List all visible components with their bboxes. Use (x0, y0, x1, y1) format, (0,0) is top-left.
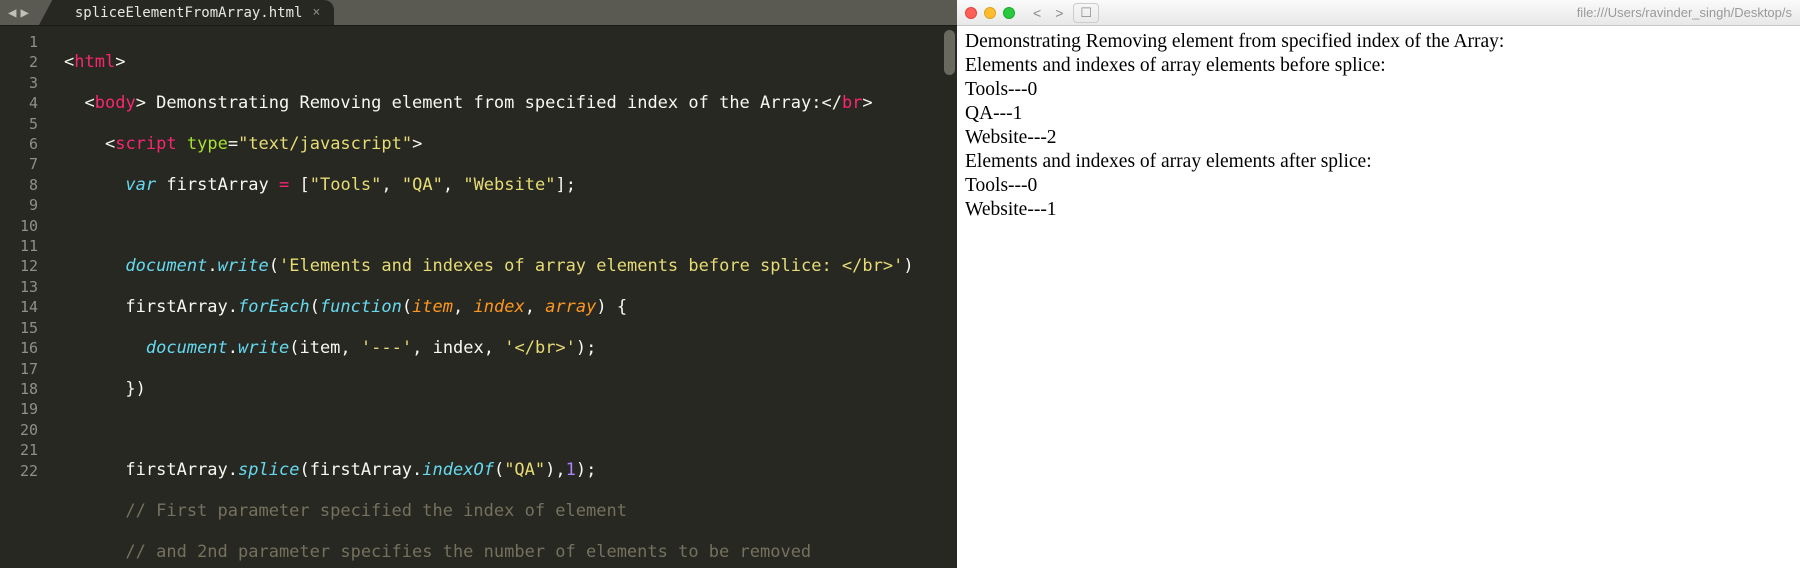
code-area[interactable]: <html> <body> Demonstrating Removing ele… (46, 26, 957, 568)
code-line (64, 420, 957, 440)
code-line: <body> Demonstrating Removing element fr… (64, 93, 957, 113)
code-line: document.write(item, '---', index, '</br… (64, 338, 957, 358)
browser-toolbar: < > ☐ file:///Users/ravinder_singh/Deskt… (957, 0, 1800, 26)
editor-tabbar: ◀ ▶ spliceElementFromArray.html × (0, 0, 957, 26)
line-number: 6 (0, 134, 38, 154)
code-line: var firstArray = ["Tools", "QA", "Websit… (64, 175, 957, 195)
line-number: 15 (0, 318, 38, 338)
line-number: 20 (0, 420, 38, 440)
code-editor-pane: ◀ ▶ spliceElementFromArray.html × 1 2 3 … (0, 0, 957, 568)
line-number: 12 (0, 256, 38, 276)
line-number: 3 (0, 73, 38, 93)
line-number: 13 (0, 277, 38, 297)
code-line (64, 216, 957, 236)
code-line: firstArray.forEach(function(item, index,… (64, 297, 957, 317)
code-line: <html> (64, 52, 957, 72)
minimize-window-icon[interactable] (984, 7, 996, 19)
tab-filename: spliceElementFromArray.html (75, 5, 303, 21)
nav-forward-icon[interactable]: > (1051, 5, 1067, 21)
address-bar[interactable]: file:///Users/ravinder_singh/Desktop/s (1577, 5, 1792, 20)
browser-content: Demonstrating Removing element from spec… (957, 26, 1800, 226)
line-number: 19 (0, 399, 38, 419)
output-line: Tools---0 (965, 78, 1792, 102)
output-line: Elements and indexes of array elements b… (965, 54, 1792, 78)
line-number: 9 (0, 195, 38, 215)
close-icon[interactable]: × (312, 5, 320, 20)
line-number: 21 (0, 440, 38, 460)
code-line: document.write('Elements and indexes of … (64, 256, 957, 276)
line-number: 22 (0, 461, 38, 481)
line-number: 11 (0, 236, 38, 256)
editor-body[interactable]: 1 2 3 4 5 6 7 8 9 10 11 12 13 14 15 16 1… (0, 26, 957, 568)
browser-pane: < > ☐ file:///Users/ravinder_singh/Deskt… (957, 0, 1800, 568)
line-number: 17 (0, 359, 38, 379)
sidebar-toggle-icon[interactable]: ☐ (1073, 3, 1099, 23)
code-line: firstArray.splice(firstArray.indexOf("QA… (64, 460, 957, 480)
line-number: 1 (0, 32, 38, 52)
line-number: 8 (0, 175, 38, 195)
code-line: // and 2nd parameter specifies the numbe… (64, 542, 957, 562)
line-number-gutter: 1 2 3 4 5 6 7 8 9 10 11 12 13 14 15 16 1… (0, 26, 46, 568)
line-number: 18 (0, 379, 38, 399)
output-line: Demonstrating Removing element from spec… (965, 30, 1792, 54)
window-controls (965, 7, 1015, 19)
line-number: 5 (0, 114, 38, 134)
code-line: }) (64, 379, 957, 399)
output-line: QA---1 (965, 102, 1792, 126)
line-number: 16 (0, 338, 38, 358)
line-number: 14 (0, 297, 38, 317)
close-window-icon[interactable] (965, 7, 977, 19)
output-line: Elements and indexes of array elements a… (965, 150, 1792, 174)
output-line: Website---2 (965, 126, 1792, 150)
tab-nav-arrows: ◀ ▶ (0, 0, 37, 25)
line-number: 7 (0, 154, 38, 174)
output-line: Tools---0 (965, 174, 1792, 198)
line-number: 2 (0, 52, 38, 72)
code-line: // First parameter specified the index o… (64, 501, 957, 521)
line-number: 10 (0, 216, 38, 236)
nav-prev-icon[interactable]: ◀ (8, 5, 16, 21)
code-line: <script type="text/javascript"> (64, 134, 957, 154)
file-tab[interactable]: spliceElementFromArray.html × (57, 0, 334, 25)
nav-back-icon[interactable]: < (1029, 5, 1045, 21)
line-number: 4 (0, 93, 38, 113)
maximize-window-icon[interactable] (1003, 7, 1015, 19)
nav-next-icon[interactable]: ▶ (20, 5, 28, 21)
output-line: Website---1 (965, 198, 1792, 222)
